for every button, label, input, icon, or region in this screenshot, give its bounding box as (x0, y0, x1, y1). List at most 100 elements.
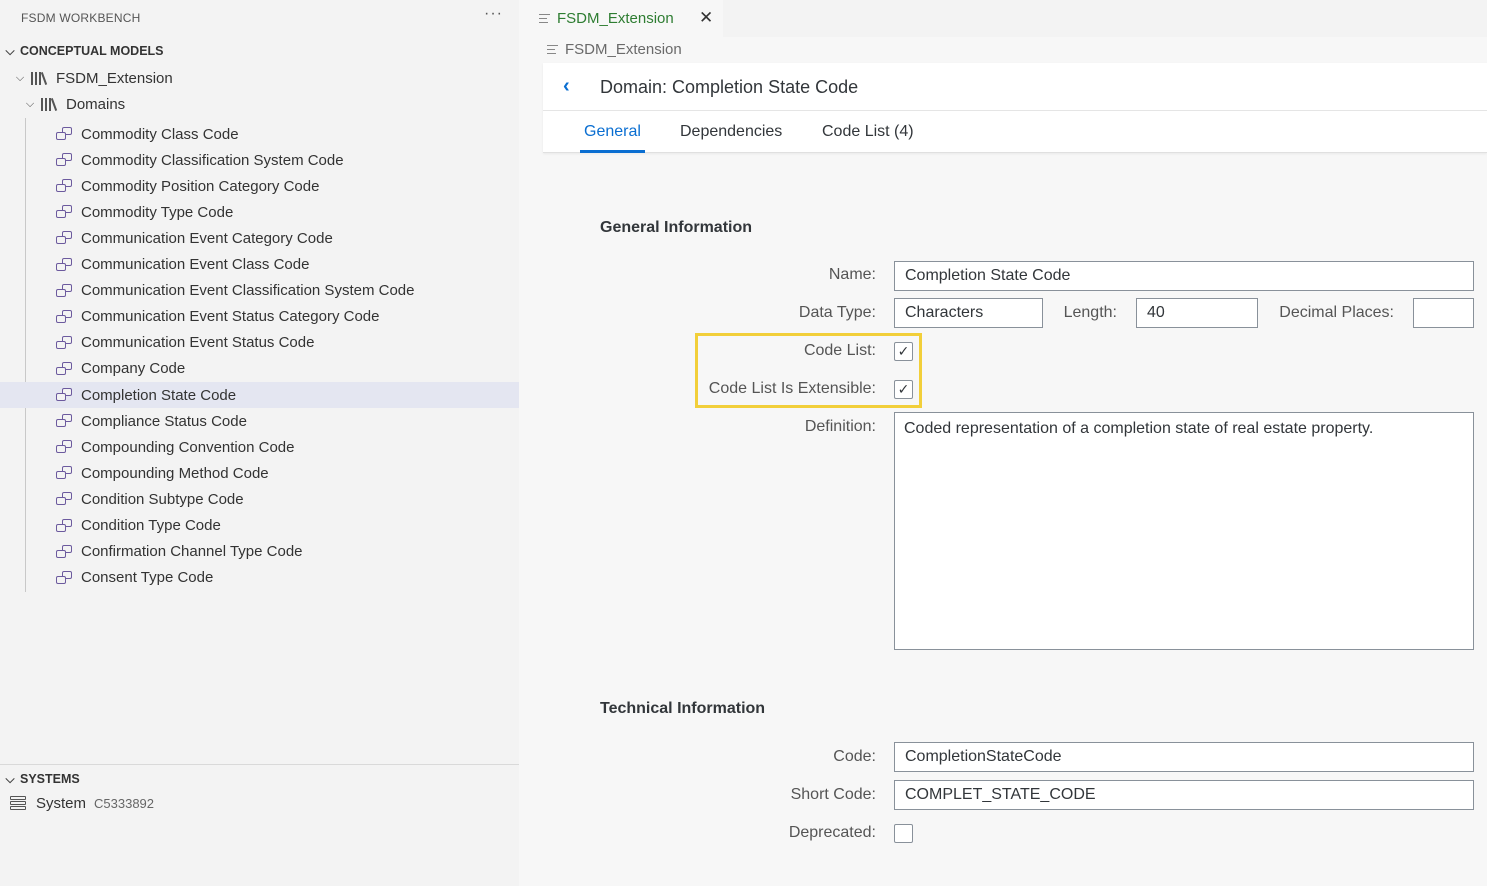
definition-textarea[interactable]: Coded representation of a completion sta… (894, 412, 1474, 650)
domain-label: Company Code (81, 360, 186, 378)
domain-label: Commodity Class Code (81, 125, 239, 143)
chevron-down-icon: ⌵ (25, 97, 35, 110)
server-icon (10, 796, 26, 811)
domain-icon (56, 257, 73, 272)
domain-icon (56, 153, 73, 167)
domain-label: Compliance Status Code (81, 412, 247, 430)
system-item[interactable]: System C5333892 (10, 795, 154, 812)
data-type-field[interactable]: Characters (894, 298, 1043, 328)
length-field[interactable]: 40 (1136, 298, 1258, 328)
domain-label: Condition Subtype Code (81, 490, 244, 508)
editor-area: FSDM_Extension ✕ FSDM_Extension ‹ Domain… (519, 0, 1487, 886)
editor-tab-fsdm-extension[interactable]: FSDM_Extension ✕ (519, 0, 723, 37)
domain-list-item[interactable]: Compounding Convention Code (0, 434, 519, 460)
domain-list: Commodity Class Code Commodity Classifica… (0, 118, 519, 598)
domain-icon (56, 361, 73, 376)
definition-label: Definition: (804, 418, 876, 435)
file-icon (539, 13, 550, 24)
decimal-places-label: Decimal Places: (1279, 304, 1394, 321)
domain-list-item[interactable]: Company Code (0, 356, 519, 382)
domain-list-item[interactable]: Commodity Type Code (0, 199, 519, 225)
chevron-down-icon: ⌵ (5, 43, 15, 58)
domain-list-item[interactable]: Commodity Position Category Code (0, 173, 519, 199)
tree-folder-domains[interactable]: ⌵ Domains (20, 92, 125, 116)
chevron-down-icon: ⌵ (15, 71, 25, 84)
section-conceptual-models[interactable]: ⌵ CONCEPTUAL MODELS (0, 39, 519, 63)
domain-list-item[interactable]: Commodity Classification System Code (0, 147, 519, 173)
tab-general[interactable]: General (580, 111, 645, 153)
domain-label: Communication Event Status Code (81, 334, 315, 352)
domain-icon (56, 492, 73, 506)
domain-label: Condition Type Code (81, 517, 221, 534)
domain-icon (56, 570, 73, 585)
domain-list-item[interactable]: Communication Event Status Category Code (0, 304, 519, 330)
domain-list-item[interactable]: Communication Event Classification Syste… (0, 278, 519, 304)
domain-icon (56, 440, 73, 454)
domain-label: Commodity Type Code (81, 203, 234, 221)
domain-label: Communication Event Class Code (81, 256, 310, 273)
system-id: C5333892 (94, 796, 155, 811)
domain-icon (56, 388, 73, 402)
deprecated-checkbox[interactable] (894, 824, 913, 843)
domain-icon (56, 127, 73, 141)
domain-list-item[interactable]: Compounding Method Code (0, 460, 519, 486)
editor-tabbar: FSDM_Extension ✕ (519, 0, 1487, 37)
library-icon (40, 97, 58, 111)
short-code-field[interactable]: COMPLET_STATE_CODE (894, 780, 1474, 810)
chevron-down-icon: ⌵ (5, 771, 15, 786)
close-icon[interactable]: ✕ (699, 8, 713, 28)
domain-list-item[interactable]: Condition Subtype Code (0, 486, 519, 512)
domain-list-item[interactable]: Communication Event Class Code (0, 252, 519, 278)
file-icon (547, 44, 558, 55)
section-systems[interactable]: ⌵ SYSTEMS (0, 767, 519, 791)
page-title: Domain: Completion State Code (600, 77, 859, 97)
system-label: System (36, 795, 87, 812)
domain-list-item[interactable]: Communication Event Category Code (0, 225, 519, 251)
domain-label: Communication Event Status Category Code (81, 308, 380, 326)
data-type-label: Data Type: (798, 304, 876, 321)
more-actions-icon[interactable]: ··· (484, 5, 503, 23)
decimal-places-field[interactable] (1413, 298, 1474, 328)
domain-icon (56, 414, 73, 428)
tree-model-fsdm-extension[interactable]: ⌵ FSDM_Extension (10, 66, 173, 90)
domain-list-item[interactable]: Condition Type Code (0, 513, 519, 539)
divider (0, 764, 519, 765)
domain-label: Confirmation Channel Type Code (81, 543, 303, 561)
domain-list-item[interactable]: Communication Event Status Code (0, 330, 519, 356)
domain-label: Communication Event Classification Syste… (81, 282, 415, 300)
code-label: Code: (833, 748, 876, 765)
domain-icon (56, 309, 73, 324)
domain-list-item[interactable]: Consent Type Code (0, 565, 519, 591)
domain-label: Commodity Position Category Code (81, 177, 320, 195)
domain-icon (56, 466, 73, 480)
workbench-title: FSDM WORKBENCH (21, 11, 141, 25)
back-arrow-icon[interactable]: ‹ (563, 75, 570, 98)
domain-icon (56, 231, 73, 245)
domain-icon (56, 283, 73, 298)
object-tabs: General Dependencies Code List (4) (543, 111, 1487, 153)
short-code-label: Short Code: (790, 786, 876, 803)
domain-label: Completion State Code (81, 386, 237, 404)
domain-list-item[interactable]: Commodity Class Code (0, 121, 519, 147)
tab-code-list[interactable]: Code List (4) (822, 111, 914, 153)
domain-label: Commodity Classification System Code (81, 151, 344, 169)
domain-list-item[interactable]: Confirmation Channel Type Code (0, 539, 519, 565)
highlight-box (695, 333, 922, 408)
deprecated-label: Deprecated: (788, 824, 876, 841)
domain-list-item[interactable]: Completion State Code (0, 382, 519, 408)
domain-label: Compounding Convention Code (81, 438, 295, 456)
section-label: SYSTEMS (20, 772, 80, 786)
section-label: CONCEPTUAL MODELS (20, 44, 164, 58)
breadcrumb[interactable]: FSDM_Extension (547, 41, 682, 58)
domain-list-item[interactable]: Compliance Status Code (0, 408, 519, 434)
explorer-sidebar: FSDM WORKBENCH ··· ⌵ CONCEPTUAL MODELS ⌵… (0, 0, 519, 886)
folder-label: Domains (66, 95, 126, 113)
length-label: Length: (1063, 304, 1117, 321)
domain-icon (56, 335, 73, 350)
domain-icon (56, 179, 73, 193)
code-field[interactable]: CompletionStateCode (894, 742, 1474, 772)
tab-dependencies[interactable]: Dependencies (680, 111, 782, 153)
domain-icon (56, 518, 73, 533)
domain-label: Compounding Method Code (81, 464, 269, 482)
name-field[interactable]: Completion State Code (894, 261, 1474, 291)
